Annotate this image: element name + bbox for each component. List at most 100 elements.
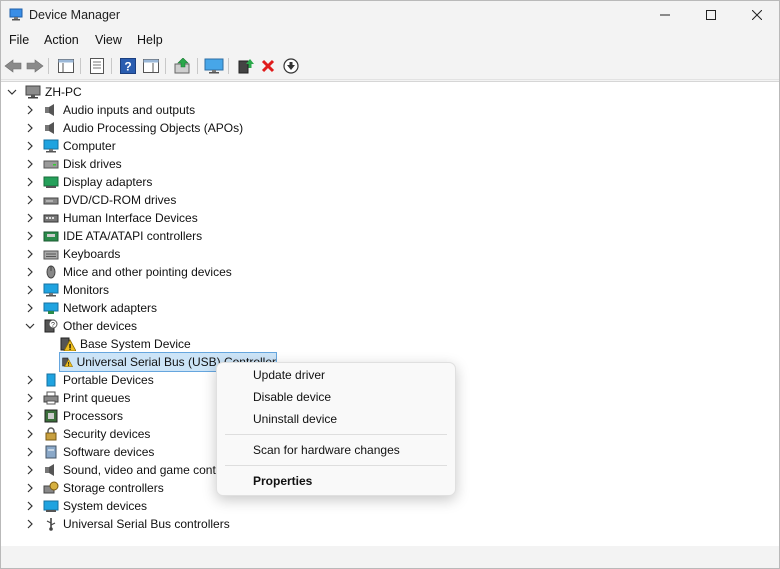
chevron-right-icon[interactable]	[25, 447, 35, 457]
tree-category-item[interactable]: Portable Devices	[25, 371, 154, 389]
tree-category-item[interactable]: Computer	[25, 137, 116, 155]
help-toolbar-button[interactable]: ?	[118, 56, 138, 76]
console-tree-icon	[58, 59, 74, 73]
tree-category-label: Disk drives	[63, 157, 122, 171]
chevron-right-icon[interactable]	[25, 105, 35, 115]
menu-action[interactable]: Action	[44, 33, 79, 47]
toolbar-separator	[48, 58, 49, 74]
back-button[interactable]	[3, 56, 23, 76]
network-adapter-icon	[43, 302, 59, 314]
speaker-icon	[45, 464, 54, 476]
update-driver-toolbar-button[interactable]	[173, 56, 193, 76]
ctx-update-driver[interactable]: Update driver	[253, 368, 325, 382]
chevron-right-icon[interactable]	[25, 195, 35, 205]
chevron-right-icon[interactable]	[25, 267, 35, 277]
scan-hardware-monitor-icon	[204, 58, 224, 74]
ctx-uninstall-device[interactable]: Uninstall device	[253, 412, 337, 426]
ctx-properties[interactable]: Properties	[253, 474, 312, 488]
chevron-right-icon[interactable]	[25, 123, 35, 133]
chevron-right-icon[interactable]	[25, 429, 35, 439]
action-pane-icon	[143, 59, 159, 73]
tree-category-item[interactable]: Disk drives	[25, 155, 122, 173]
tree-category-item[interactable]: Processors	[25, 407, 123, 425]
chevron-right-icon[interactable]	[25, 159, 35, 169]
tree-category-item[interactable]: Network adapters	[25, 299, 157, 317]
tree-category-item[interactable]: Software devices	[25, 443, 154, 461]
ctx-separator	[225, 465, 447, 466]
device-manager-window: Device Manager File Action View Help ? Z…	[0, 0, 780, 569]
chevron-right-icon[interactable]	[25, 213, 35, 223]
tree-category-label: IDE ATA/ATAPI controllers	[63, 229, 203, 243]
ctx-scan-hardware[interactable]: Scan for hardware changes	[253, 443, 400, 457]
tree-category-label: Processors	[63, 409, 124, 423]
tree-category-label: Network adapters	[63, 301, 158, 315]
toolbar-separator	[165, 58, 166, 74]
usb-icon	[46, 518, 56, 531]
tree-root-item[interactable]: ZH-PC	[7, 83, 82, 101]
ide-controller-icon	[43, 231, 59, 242]
menu-file[interactable]: File	[9, 33, 29, 47]
tree-category-label: Print queues	[63, 391, 131, 405]
ctx-disable-device[interactable]: Disable device	[253, 390, 331, 404]
enable-device-toolbar-button[interactable]	[236, 56, 256, 76]
tree-category-item[interactable]: Audio Processing Objects (APOs)	[25, 119, 243, 137]
chevron-down-icon[interactable]	[25, 321, 35, 331]
tree-category-label: System devices	[63, 499, 148, 513]
chevron-right-icon[interactable]	[25, 249, 35, 259]
ctx-separator	[225, 434, 447, 435]
enable-device-icon	[238, 59, 254, 74]
menu-help[interactable]: Help	[137, 33, 163, 47]
tree-category-item[interactable]: Storage controllers	[25, 479, 164, 497]
minimize-button[interactable]	[642, 1, 688, 29]
action-pane-button[interactable]	[141, 56, 161, 76]
update-driver-icon	[174, 58, 190, 74]
download-toolbar-button[interactable]	[281, 56, 301, 76]
processor-icon	[44, 409, 58, 423]
show-hide-console-tree-button[interactable]	[56, 56, 76, 76]
chevron-right-icon[interactable]	[25, 303, 35, 313]
tree-category-item[interactable]: Monitors	[25, 281, 109, 299]
tree-category-item[interactable]: Keyboards	[25, 245, 120, 263]
tree-category-item[interactable]: Universal Serial Bus controllers	[25, 515, 230, 533]
window-title: Device Manager	[29, 8, 121, 22]
tree-category-item[interactable]: System devices	[25, 497, 147, 515]
tree-category-item[interactable]: Mice and other pointing devices	[25, 263, 232, 281]
chevron-right-icon[interactable]	[25, 393, 35, 403]
scan-hardware-toolbar-button[interactable]	[204, 56, 224, 76]
tree-category-label: Keyboards	[63, 247, 121, 261]
chevron-right-icon[interactable]	[25, 231, 35, 241]
close-button[interactable]	[734, 1, 779, 29]
tree-category-item[interactable]: Human Interface Devices	[25, 209, 198, 227]
toolbar-separator	[228, 58, 229, 74]
chevron-right-icon[interactable]	[25, 519, 35, 529]
svg-text:?: ?	[51, 322, 55, 329]
chevron-right-icon[interactable]	[25, 501, 35, 511]
chevron-right-icon[interactable]	[25, 177, 35, 187]
menu-view[interactable]: View	[95, 33, 122, 47]
tree-category-label: Portable Devices	[63, 373, 154, 387]
chevron-right-icon[interactable]	[25, 141, 35, 151]
tree-category-item[interactable]: Security devices	[25, 425, 150, 443]
chevron-right-icon[interactable]	[25, 285, 35, 295]
tree-category-item[interactable]: DVD/CD-ROM drives	[25, 191, 176, 209]
maximize-button[interactable]	[688, 1, 734, 29]
menu-bar: File Action View Help	[1, 30, 779, 52]
close-icon	[752, 10, 762, 20]
toolbar-separator	[80, 58, 81, 74]
tree-category-label: Software devices	[63, 445, 155, 459]
tree-category-item[interactable]: IDE ATA/ATAPI controllers	[25, 227, 202, 245]
warning-device-icon	[62, 357, 73, 367]
forward-button[interactable]	[25, 56, 45, 76]
tree-category-item[interactable]: Display adapters	[25, 173, 152, 191]
tree-device-item[interactable]: Base System Device	[60, 335, 191, 353]
uninstall-device-toolbar-button[interactable]	[258, 56, 278, 76]
properties-toolbar-button[interactable]	[87, 56, 107, 76]
chevron-right-icon[interactable]	[25, 375, 35, 385]
tree-category-item[interactable]: Print queues	[25, 389, 130, 407]
tree-category-item[interactable]: Sound, video and game controllers	[25, 461, 248, 479]
tree-category-item[interactable]: ? Other devices	[25, 317, 137, 335]
chevron-right-icon[interactable]	[25, 483, 35, 493]
tree-category-item[interactable]: Audio inputs and outputs	[25, 101, 195, 119]
chevron-right-icon[interactable]	[25, 465, 35, 475]
chevron-right-icon[interactable]	[25, 411, 35, 421]
